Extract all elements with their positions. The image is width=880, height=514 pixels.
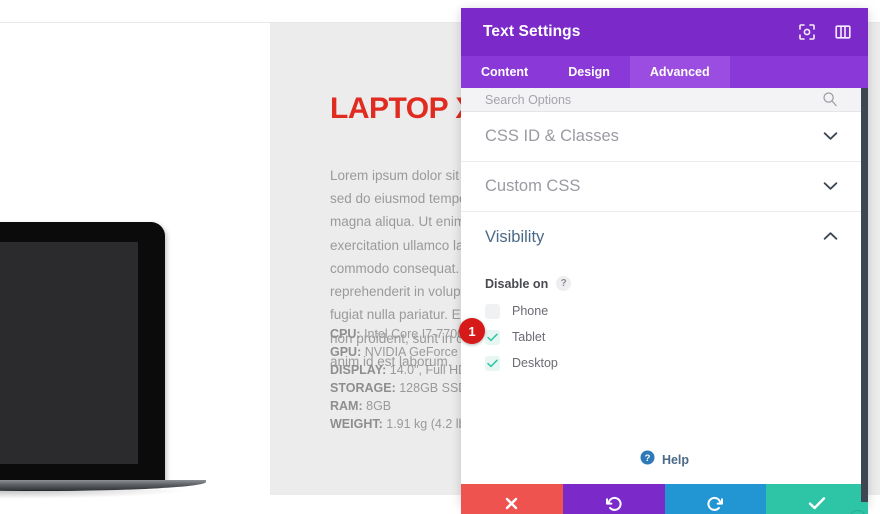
- spec-value: 8GB: [362, 399, 392, 413]
- accordion-visibility[interactable]: Visibility: [461, 212, 868, 262]
- search-icon: [822, 91, 838, 112]
- search-options-row[interactable]: Search Options: [461, 88, 868, 112]
- chevron-down-icon: [823, 128, 838, 146]
- accordion-label: Visibility: [485, 227, 545, 246]
- spec-value: 128GB SSD: [395, 381, 468, 395]
- accordion-label: Custom CSS: [485, 177, 581, 195]
- accordion-custom-css[interactable]: Custom CSS: [461, 162, 868, 212]
- tab-content[interactable]: Content: [461, 56, 548, 88]
- help-label: Help: [661, 453, 690, 467]
- help-circle-icon: ?: [640, 450, 655, 470]
- focus-target-icon[interactable]: [796, 21, 818, 43]
- modal-scrollbar[interactable]: [861, 88, 868, 502]
- save-button[interactable]: [766, 484, 868, 514]
- checkbox-row-desktop[interactable]: Desktop: [485, 350, 844, 376]
- help-link[interactable]: ? Help: [461, 450, 868, 470]
- text-settings-modal: Text Settings Content Design Advanced Se…: [461, 8, 868, 514]
- screen-root: LAPTOP X Lorem ipsum dolor sit amet, con…: [0, 0, 880, 514]
- checkbox-row-tablet[interactable]: Tablet: [485, 324, 844, 350]
- spec-label: CPU:: [330, 327, 361, 341]
- modal-title: Text Settings: [483, 23, 581, 40]
- chevron-up-icon: [823, 228, 838, 246]
- step-badge-1: 1: [459, 318, 485, 344]
- layout-panel-icon[interactable]: [832, 21, 854, 43]
- redo-button[interactable]: [664, 484, 767, 514]
- close-x-icon: [504, 496, 519, 514]
- modal-body: CSS ID & Classes Custom CSS Visibility D…: [461, 112, 868, 484]
- undo-arrow-icon: [605, 495, 623, 514]
- visibility-section: Disable on ? Phone Tablet Desktop: [461, 262, 868, 376]
- cancel-button[interactable]: [461, 484, 563, 514]
- modal-footer: [461, 484, 868, 514]
- modal-tabs: Content Design Advanced: [461, 56, 868, 88]
- disable-on-row: Disable on ?: [485, 276, 844, 291]
- checkmark-icon: [487, 359, 498, 367]
- tab-advanced[interactable]: Advanced: [629, 56, 730, 88]
- checkbox-label-phone: Phone: [512, 304, 549, 318]
- spec-label: GPU:: [330, 345, 362, 359]
- undo-button[interactable]: [562, 484, 665, 514]
- modal-header: Text Settings: [461, 8, 868, 56]
- checkbox-desktop[interactable]: [485, 355, 500, 371]
- checkbox-label-tablet: Tablet: [512, 330, 546, 344]
- disable-on-label: Disable on: [485, 276, 549, 291]
- redo-arrow-icon: [706, 495, 724, 514]
- spec-label: RAM:: [330, 399, 363, 413]
- help-question-icon[interactable]: ?: [556, 276, 572, 291]
- tab-design[interactable]: Design: [548, 56, 630, 88]
- search-input-placeholder[interactable]: Search Options: [485, 93, 571, 107]
- laptop-product-image: [0, 222, 210, 507]
- laptop-shadow: [0, 490, 190, 499]
- laptop-screen: [0, 242, 138, 464]
- laptop-lid: [0, 222, 165, 484]
- resize-handle[interactable]: [849, 510, 866, 514]
- checkbox-phone[interactable]: [485, 303, 500, 319]
- svg-text:?: ?: [645, 453, 651, 464]
- checkmark-icon: [808, 496, 826, 514]
- spec-label: DISPLAY:: [330, 363, 387, 377]
- checkbox-row-phone[interactable]: Phone: [485, 298, 844, 324]
- accordion-css-id-classes[interactable]: CSS ID & Classes: [461, 112, 868, 162]
- chevron-down-icon: [823, 178, 838, 196]
- checkbox-label-desktop: Desktop: [512, 356, 558, 370]
- accordion-label: CSS ID & Classes: [485, 127, 619, 145]
- checkbox-tablet[interactable]: [485, 329, 500, 345]
- spec-label: WEIGHT:: [330, 417, 383, 431]
- spec-label: STORAGE:: [330, 381, 396, 395]
- modal-header-icons: [796, 8, 854, 56]
- checkmark-icon: [487, 333, 498, 341]
